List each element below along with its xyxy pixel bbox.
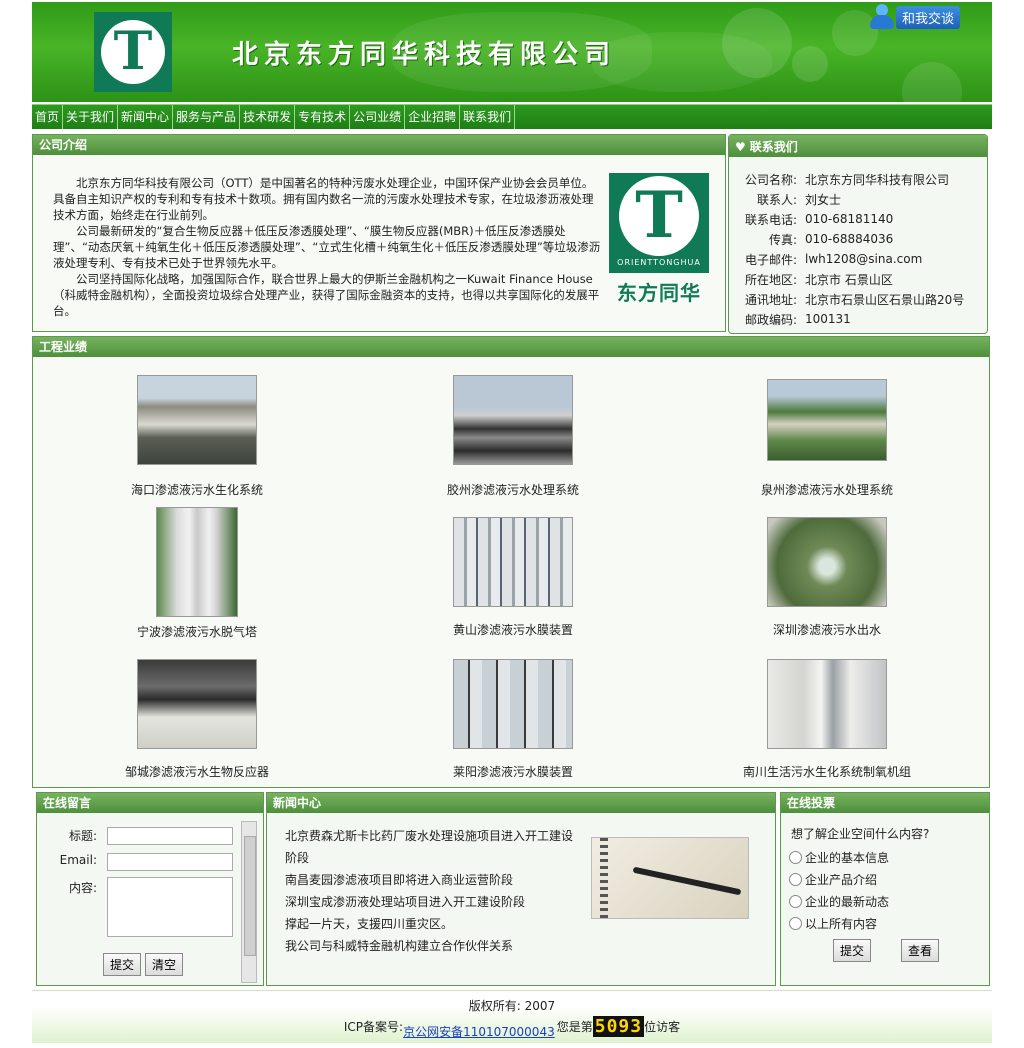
email-label: Email: xyxy=(59,853,97,867)
nav-jobs[interactable]: 企业招聘 xyxy=(405,105,461,129)
vote-panel: 在线投票 想了解企业空间什么内容? 企业的基本信息 企业产品介绍 企业的最新动态… xyxy=(780,792,990,986)
project-photo[interactable] xyxy=(137,659,257,749)
project-photo[interactable] xyxy=(767,517,887,607)
project-item[interactable]: 莱阳渗滤液污水膜装置 xyxy=(413,659,613,780)
news-item[interactable]: 北京费森尤斯卡比药厂废水处理设施项目进入开工建设阶段 xyxy=(285,825,575,869)
content-label: 内容: xyxy=(68,881,97,895)
project-photo[interactable] xyxy=(453,375,573,465)
logo-english: ORIENTTONGHUA xyxy=(617,257,701,267)
footer: 版权所有: 2007 ICP备案号: 京公网安备110107000043 您是第… xyxy=(32,990,992,1043)
logo-letter: T xyxy=(113,21,153,82)
title-label: 标题: xyxy=(68,829,97,843)
vote-option[interactable]: 企业产品介绍 xyxy=(789,871,877,888)
project-photo[interactable] xyxy=(767,379,887,461)
copyright: 版权所有: 2007 xyxy=(468,999,556,1013)
nav-news[interactable]: 新闻中心 xyxy=(118,105,174,129)
chat-person-icon xyxy=(866,2,896,32)
news-item[interactable]: 撑起一片天，支援四川重灾区。 xyxy=(285,913,575,935)
news-item[interactable]: 南昌麦园渗滤液项目即将进入商业运营阶段 xyxy=(285,869,575,891)
project-item[interactable]: 泉州渗滤液污水处理系统 xyxy=(727,379,927,498)
intro-text: 北京东方同华科技有限公司（OTT）是中国著名的特种污废水处理企业，中国环保产业协… xyxy=(53,175,603,319)
main-nav: 首页 关于我们 新闻中心 服务与产品 技术研发 专有技术 公司业绩 企业招聘 联… xyxy=(32,104,992,129)
project-photo[interactable] xyxy=(453,517,573,607)
news-item[interactable]: 深圳宝成渗沥液处理站项目进入开工建设阶段 xyxy=(285,891,575,913)
contact-title: 联系我们 xyxy=(749,140,798,154)
nav-home[interactable]: 首页 xyxy=(32,105,64,129)
icp-link[interactable]: 京公网安备110107000043 xyxy=(403,1023,555,1040)
message-content-textarea[interactable] xyxy=(107,877,233,937)
nav-services[interactable]: 服务与产品 xyxy=(173,105,241,129)
chat-button-label: 和我交谈 xyxy=(896,5,961,29)
submit-button[interactable]: 提交 xyxy=(103,953,142,976)
nav-contact[interactable]: 联系我们 xyxy=(460,105,516,129)
project-item[interactable]: 海口渗滤液污水生化系统 xyxy=(97,375,297,498)
project-item[interactable]: 南川生活污水生化系统制氧机组 xyxy=(727,659,927,780)
header-banner: T 北京东方同华科技有限公司 和我交谈 xyxy=(32,2,992,102)
vote-view-button[interactable]: 查看 xyxy=(901,939,940,962)
visitor-suffix: 位访客 xyxy=(644,1020,681,1034)
news-item[interactable]: 我公司与科威特金融机构建立合作伙伴关系 xyxy=(285,935,575,957)
news-list: 北京费森尤斯卡比药厂废水处理设施项目进入开工建设阶段 南昌麦园渗滤液项目即将进入… xyxy=(285,825,575,957)
project-photo[interactable] xyxy=(137,375,257,465)
company-intro-panel: 公司介绍 北京东方同华科技有限公司（OTT）是中国著名的特种污废水处理企业，中国… xyxy=(32,134,726,332)
vote-title: 在线投票 xyxy=(781,793,989,813)
scrollbar-thumb[interactable] xyxy=(244,836,256,956)
visitor-counter: 5093 xyxy=(592,1016,645,1037)
contact-table: 公司名称: 北京东方同华科技有限公司 联系人: 刘女士 联系电话: 010-68181… xyxy=(744,172,965,327)
intro-paragraph: 北京东方同华科技有限公司（OTT）是中国著名的特种污废水处理企业，中国环保产业协… xyxy=(53,176,594,222)
message-title: 在线留言 xyxy=(37,793,263,813)
project-photo[interactable] xyxy=(453,659,573,749)
site-title: 北京东方同华科技有限公司 xyxy=(232,40,617,70)
heart-icon: ♥ xyxy=(735,140,746,154)
logo-chinese: 东方同华 xyxy=(617,281,701,305)
intro-logo: T ORIENTTONGHUA 东方同华 xyxy=(609,173,709,309)
radio-button[interactable] xyxy=(789,873,802,886)
nav-about[interactable]: 关于我们 xyxy=(63,105,119,129)
projects-panel: 工程业绩 海口渗滤液污水生化系统 胶州渗滤液污水处理系统 泉州渗滤液污水处理系统… xyxy=(32,336,990,788)
news-panel: 新闻中心 北京费森尤斯卡比药厂废水处理设施项目进入开工建设阶段 南昌麦园渗滤液项… xyxy=(266,792,776,986)
vote-option[interactable]: 企业的最新动态 xyxy=(789,893,889,910)
nav-research[interactable]: 技术研发 xyxy=(240,105,296,129)
news-title: 新闻中心 xyxy=(267,793,775,813)
company-logo[interactable]: T xyxy=(94,12,172,92)
icp-label: ICP备案号: xyxy=(343,1020,404,1034)
project-item[interactable]: 邹城渗滤液污水生物反应器 xyxy=(97,659,297,780)
project-item[interactable]: 深圳渗滤液污水出水 xyxy=(727,517,927,638)
project-item[interactable]: 宁波渗滤液污水脱气塔 xyxy=(97,507,297,640)
intro-title: 公司介绍 xyxy=(33,135,725,155)
projects-title: 工程业绩 xyxy=(33,337,989,357)
clear-button[interactable]: 清空 xyxy=(145,953,184,976)
chat-button[interactable]: 和我交谈 xyxy=(866,4,962,30)
news-notebook-image xyxy=(591,837,749,919)
intro-paragraph: 公司坚持国际化战略，加强国际合作，联合世界上最大的伊斯兰金融机构之一Kuwait… xyxy=(53,272,600,318)
visitor-prefix: 您是第 xyxy=(556,1020,593,1034)
vote-option[interactable]: 企业的基本信息 xyxy=(789,849,889,866)
vote-option[interactable]: 以上所有内容 xyxy=(789,915,877,932)
intro-paragraph: 公司最新研发的“复合生物反应器＋低压反渗透膜处理”、“膜生物反应器(MBR)＋低… xyxy=(53,224,601,270)
project-item[interactable]: 黄山渗滤液污水膜装置 xyxy=(413,517,613,638)
project-photo[interactable] xyxy=(156,507,238,617)
radio-button[interactable] xyxy=(789,917,802,930)
project-photo[interactable] xyxy=(767,659,887,749)
vote-question: 想了解企业空间什么内容? xyxy=(791,827,930,841)
project-item[interactable]: 胶州渗滤液污水处理系统 xyxy=(413,375,613,498)
message-title-input[interactable] xyxy=(107,827,233,845)
radio-button[interactable] xyxy=(789,895,802,908)
vote-submit-button[interactable]: 提交 xyxy=(833,939,872,962)
nav-tech[interactable]: 专有技术 xyxy=(295,105,351,129)
nav-projects[interactable]: 公司业绩 xyxy=(350,105,406,129)
contact-panel: ♥ 联系我们 公司名称: 北京东方同华科技有限公司 联系人: 刘女士 联系电话: 010… xyxy=(728,134,988,334)
scrollbar[interactable] xyxy=(241,821,257,983)
message-panel: 在线留言 标题: Email: 内容: 提交 清空 xyxy=(36,792,264,986)
radio-button[interactable] xyxy=(789,851,802,864)
email-field[interactable] xyxy=(107,853,233,871)
